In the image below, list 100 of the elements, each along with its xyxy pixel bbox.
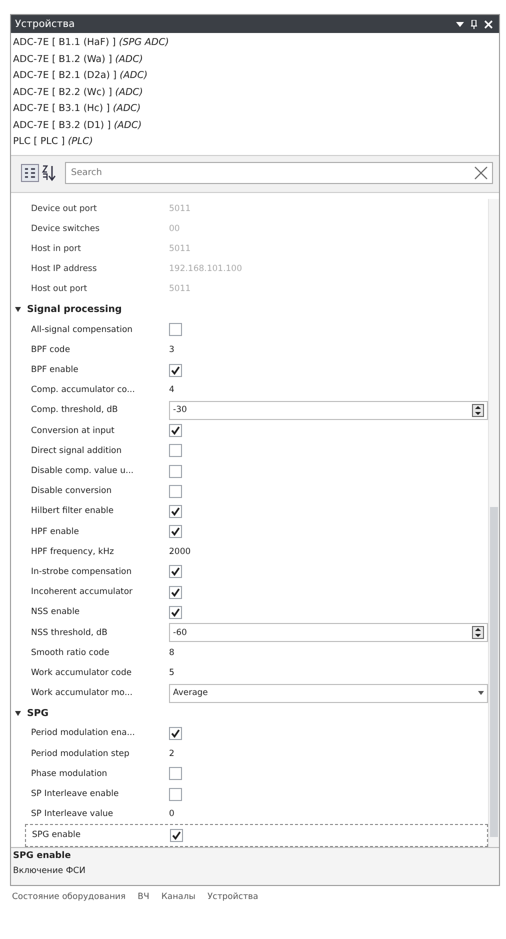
checkbox[interactable]	[169, 364, 182, 377]
collapse-icon[interactable]	[15, 307, 21, 312]
checkbox[interactable]	[169, 788, 182, 801]
property-row[interactable]: HPF frequency, kHz 2000	[11, 542, 488, 562]
dropdown-icon[interactable]	[456, 20, 464, 28]
property-label: Device out port	[30, 204, 98, 214]
property-row[interactable]: Hilbert filter enable	[11, 501, 488, 522]
checkbox[interactable]	[169, 565, 182, 578]
property-row[interactable]: Period modulation ena...	[11, 723, 488, 744]
property-row[interactable]: Disable conversion	[11, 481, 488, 502]
property-row[interactable]: NSS threshold, dB -60	[11, 622, 488, 643]
property-value: 2	[169, 748, 174, 759]
property-label: Phase modulation	[30, 768, 108, 779]
property-value: 5011	[169, 244, 191, 254]
property-label: Work accumulator code	[30, 668, 133, 678]
tab[interactable]: Устройства	[207, 892, 258, 902]
property-label: Period modulation ena...	[30, 728, 136, 738]
device-item[interactable]: PLC [ PLC ] (PLC)	[13, 134, 93, 150]
device-item[interactable]: ADC-7E [ B3.1 (Hc) ] (ADC)	[13, 101, 141, 118]
property-label: Hilbert filter enable	[30, 506, 115, 516]
property-row[interactable]: Phase modulation	[11, 764, 488, 784]
property-row[interactable]: Work accumulator mo... Average	[11, 683, 488, 704]
property-row[interactable]: Comp. threshold, dB -30	[11, 400, 488, 421]
property-value: 5011	[169, 204, 191, 214]
checkbox[interactable]	[169, 323, 182, 336]
checkbox[interactable]	[169, 484, 182, 498]
checkbox[interactable]	[169, 726, 182, 740]
property-label: HPF enable	[30, 526, 80, 537]
property-row[interactable]: Disable comp. value u...	[11, 460, 488, 482]
dropdown-field[interactable]: Average	[169, 684, 488, 703]
property-row[interactable]: Comp. accumulator co... 4	[11, 380, 488, 400]
property-label: BPF enable	[30, 365, 80, 376]
pin-icon[interactable]	[471, 20, 477, 28]
property-label: SP Interleave value	[30, 809, 114, 820]
dropdown-icon[interactable]	[478, 691, 484, 696]
property-label: SP Interleave enable	[30, 789, 120, 800]
scroll-thumb[interactable]	[490, 506, 498, 836]
device-item[interactable]: ADC-7E [ B1.1 (HaF) ] (SPG ADC)	[13, 35, 169, 52]
close-icon[interactable]	[474, 166, 488, 180]
property-value: 0	[169, 809, 174, 820]
property-row[interactable]: NSS enable	[11, 602, 488, 622]
property-label: Work accumulator mo...	[30, 688, 134, 698]
property-value: 5	[169, 668, 174, 678]
tab[interactable]: ВЧ	[138, 892, 150, 902]
tab[interactable]: Состояние оборудования	[12, 892, 126, 902]
property-label: NSS threshold, dB	[30, 628, 109, 638]
category-label: SPG	[27, 708, 49, 719]
property-value: 00	[169, 224, 180, 234]
property-label: BPF code	[30, 344, 72, 355]
property-row[interactable]: Period modulation step 2	[11, 744, 488, 764]
categorized-icon[interactable]	[21, 164, 39, 182]
search-field[interactable]: Search	[65, 162, 493, 184]
property-value: 5011	[169, 284, 191, 294]
property-row[interactable]: Conversion at input	[11, 420, 488, 441]
checkbox[interactable]	[169, 464, 182, 478]
checkbox[interactable]	[169, 767, 182, 780]
property-value: 8	[169, 648, 174, 658]
property-value: 2000	[169, 546, 191, 557]
spinner-icon[interactable]	[472, 626, 484, 640]
property-row[interactable]: In-strobe compensation	[11, 562, 488, 582]
spin-field[interactable]: -60	[169, 623, 488, 642]
collapse-icon[interactable]	[15, 710, 21, 716]
scrollbar[interactable]	[488, 198, 499, 846]
property-row[interactable]: Smooth ratio code 8	[11, 642, 488, 663]
device-item[interactable]: ADC-7E [ B2.1 (D2a) ] (ADC)	[13, 68, 148, 84]
device-item[interactable]: ADC-7E [ B3.2 (D1) ] (ADC)	[13, 118, 142, 134]
property-row[interactable]: Work accumulator code 5	[11, 662, 488, 683]
property-label: Disable comp. value u...	[30, 466, 135, 476]
checkbox[interactable]	[169, 424, 182, 438]
device-item[interactable]: ADC-7E [ B2.2 (Wc) ] (ADC)	[13, 84, 143, 101]
property-row[interactable]: SP Interleave value 0	[11, 804, 488, 824]
property-row[interactable]: BPF enable	[11, 360, 488, 380]
property-row[interactable]: All-signal compensation	[11, 320, 488, 340]
spin-field[interactable]: -30	[169, 400, 488, 420]
property-label: Host IP address	[30, 264, 98, 274]
property-label: Device switches	[30, 224, 101, 234]
tab[interactable]: Каналы	[161, 892, 196, 902]
checkbox[interactable]	[169, 525, 182, 538]
property-label: Conversion at input	[30, 426, 116, 436]
checkbox[interactable]	[169, 606, 182, 619]
property-value: 4	[169, 385, 174, 396]
sort-az-icon[interactable]	[41, 164, 57, 182]
property-label: Incoherent accumulator	[30, 587, 134, 598]
property-row[interactable]: SP Interleave enable	[11, 784, 488, 804]
property-label: Period modulation step	[30, 748, 130, 759]
property-label: Comp. threshold, dB	[30, 405, 119, 416]
property-label: Host in port	[30, 244, 82, 254]
checkbox[interactable]	[170, 828, 183, 842]
device-item[interactable]: ADC-7E [ B1.2 (Wa) ] (ADC)	[13, 52, 143, 68]
property-label: SPG enable	[31, 830, 82, 840]
checkbox[interactable]	[169, 586, 182, 599]
spinner-icon[interactable]	[472, 404, 484, 417]
property-row[interactable]: Incoherent accumulator	[11, 582, 488, 602]
property-row[interactable]: HPF enable	[11, 522, 488, 542]
property-label: Disable conversion	[30, 486, 113, 496]
checkbox[interactable]	[169, 444, 182, 458]
property-row[interactable]: Direct signal addition	[11, 440, 488, 461]
property-row[interactable]: BPF code 3	[11, 340, 488, 360]
description-text: Включение ФСИ	[13, 866, 86, 876]
checkbox[interactable]	[169, 504, 182, 518]
